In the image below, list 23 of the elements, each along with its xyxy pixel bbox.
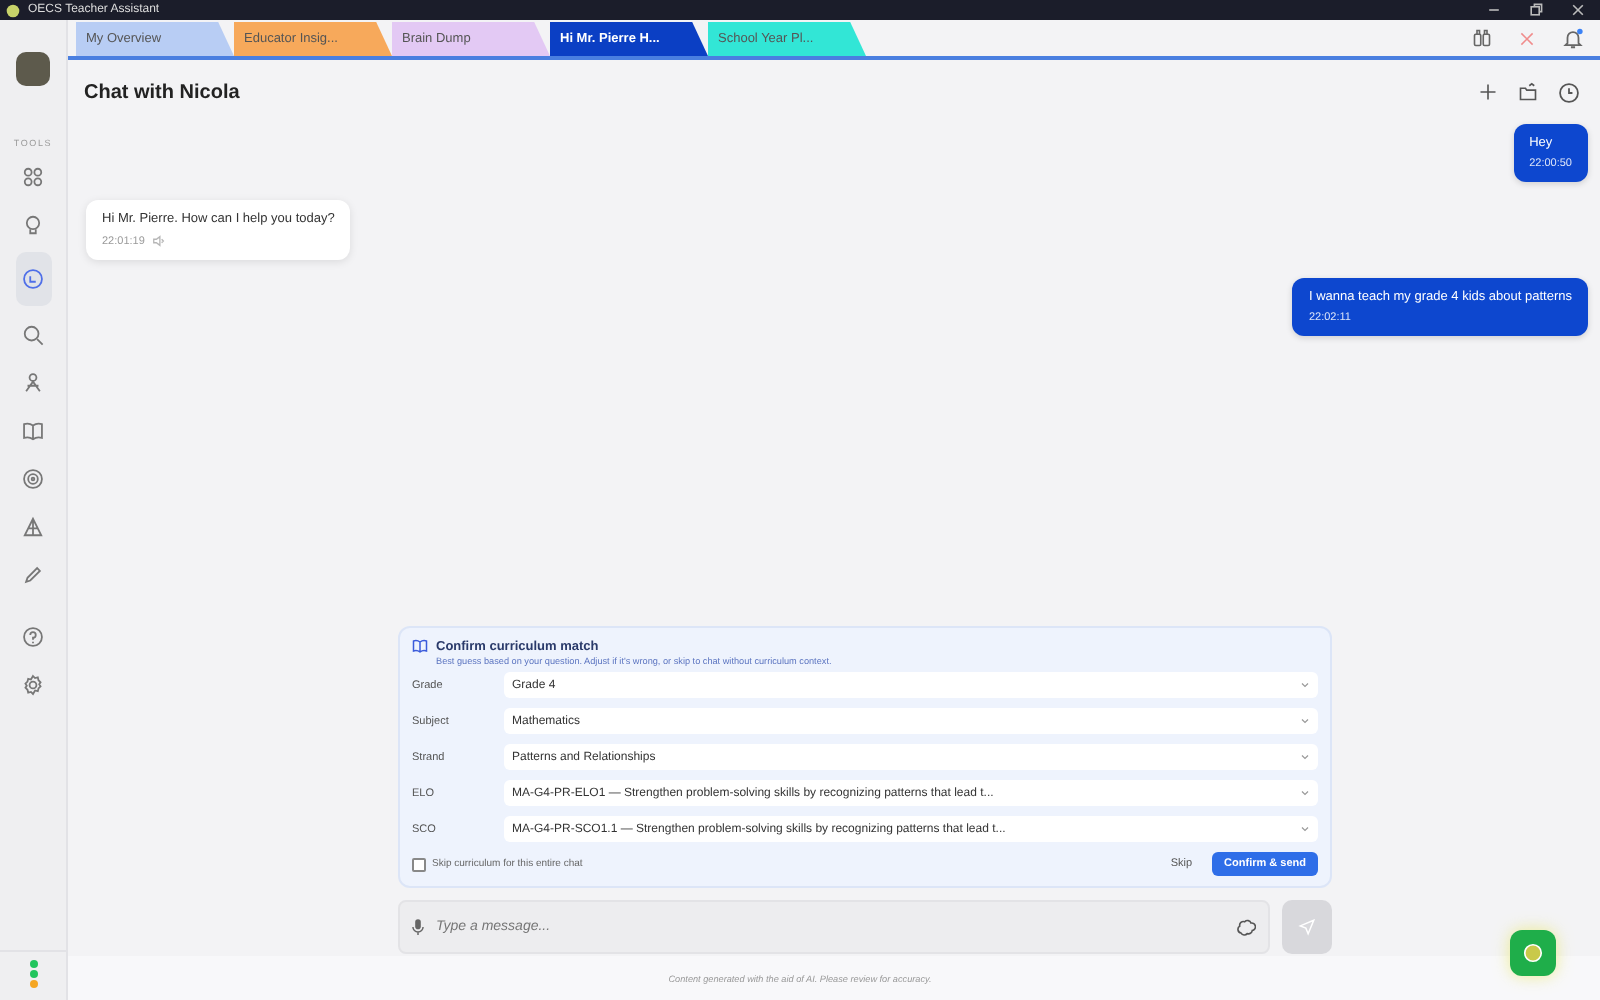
chat-icon[interactable] (15, 252, 51, 306)
clock-icon[interactable] (1558, 81, 1580, 103)
assistant-fab[interactable] (1510, 930, 1556, 976)
avatar[interactable] (16, 52, 50, 86)
chevron-icon (1300, 680, 1310, 690)
chevron-icon (1300, 716, 1310, 726)
send-icon (1298, 918, 1316, 936)
book-icon (412, 638, 428, 654)
skip-checkbox[interactable] (412, 857, 426, 871)
microphone-icon[interactable] (410, 918, 426, 936)
close-icon[interactable] (1570, 2, 1586, 18)
chevron-icon (1300, 788, 1310, 798)
speaker-icon[interactable] (152, 234, 167, 248)
binoculars-icon[interactable] (1472, 28, 1492, 48)
logo-icon (1522, 942, 1544, 964)
chevron-icon (1300, 824, 1310, 834)
folder-icon[interactable] (1518, 82, 1538, 102)
plus-icon[interactable] (1478, 82, 1498, 102)
bell-icon[interactable] (1562, 27, 1584, 49)
restore-icon[interactable] (1528, 2, 1544, 18)
chat-title: Chat with Nicola (84, 81, 240, 103)
chevron-icon (1300, 752, 1310, 762)
app-logo-icon (6, 3, 20, 17)
